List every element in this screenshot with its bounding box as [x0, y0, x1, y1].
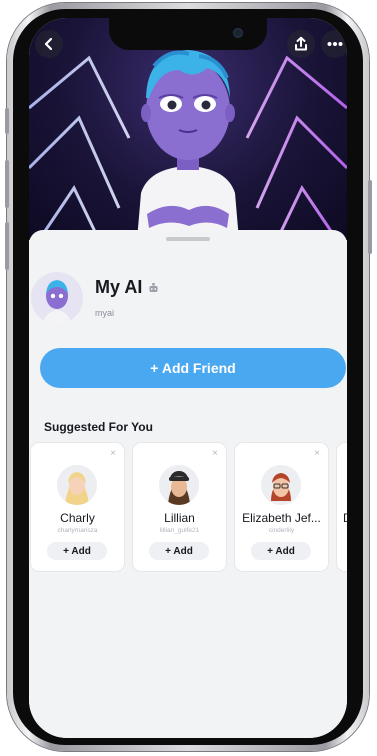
avatar: [159, 465, 199, 505]
notch: [109, 18, 267, 50]
mute-switch: [5, 108, 9, 134]
add-friend-button[interactable]: + Add Friend: [40, 348, 346, 388]
power-button: [368, 180, 372, 254]
dismiss-icon[interactable]: ×: [314, 448, 320, 459]
add-button[interactable]: + Add: [47, 542, 107, 560]
volume-down-button: [5, 222, 9, 270]
add-button[interactable]: + Add: [149, 542, 209, 560]
suggested-carousel[interactable]: × Charly charlymarisza + Add × Lillian l…: [31, 443, 347, 573]
profile-username: myai: [95, 308, 115, 318]
screen: My AI myai + Add Friend Suggested For Yo…: [29, 18, 347, 738]
bot-badge-icon: [149, 282, 158, 292]
suggested-card[interactable]: × Elizabeth Jef... cinderlily + Add: [235, 443, 328, 571]
suggested-card[interactable]: Dr: [337, 443, 347, 571]
suggested-name: Lillian: [164, 511, 195, 525]
avatar: [261, 465, 301, 505]
profile-sheet: My AI myai + Add Friend Suggested For Yo…: [29, 230, 347, 738]
suggested-username: lillian_gulfe21: [159, 527, 200, 534]
suggested-username: cinderlily: [268, 527, 295, 534]
suggested-name: Charly: [60, 511, 95, 525]
bitmoji-avatar-icon: [57, 465, 97, 505]
back-button[interactable]: [35, 30, 63, 58]
front-camera: [233, 28, 243, 38]
dismiss-icon[interactable]: ×: [212, 448, 218, 459]
volume-up-button: [5, 160, 9, 208]
suggested-section-title: Suggested For You: [44, 420, 153, 434]
more-options-button[interactable]: [321, 30, 347, 58]
add-button[interactable]: + Add: [251, 542, 311, 560]
my-ai-avatar-icon: [31, 272, 83, 324]
profile-name-row: My AI: [95, 277, 159, 298]
share-upload-icon: [295, 36, 307, 51]
bitmoji-avatar-icon: [159, 465, 199, 505]
suggested-name: Elizabeth Jef...: [242, 511, 321, 525]
avatar[interactable]: [31, 272, 83, 324]
suggested-card[interactable]: × Lillian lillian_gulfe21 + Add: [133, 443, 226, 571]
profile-name: My AI: [95, 277, 143, 297]
share-button[interactable]: [287, 30, 315, 58]
dismiss-icon[interactable]: ×: [110, 448, 116, 459]
suggested-card[interactable]: × Charly charlymarisza + Add: [31, 443, 124, 571]
bitmoji-avatar-icon: [261, 465, 301, 505]
suggested-username: charlymarisza: [57, 527, 98, 534]
chevron-left-icon: [44, 37, 53, 51]
drag-handle[interactable]: [166, 237, 210, 241]
avatar: [57, 465, 97, 505]
more-dots-icon: [327, 42, 343, 46]
suggested-name: Dr: [337, 511, 347, 525]
